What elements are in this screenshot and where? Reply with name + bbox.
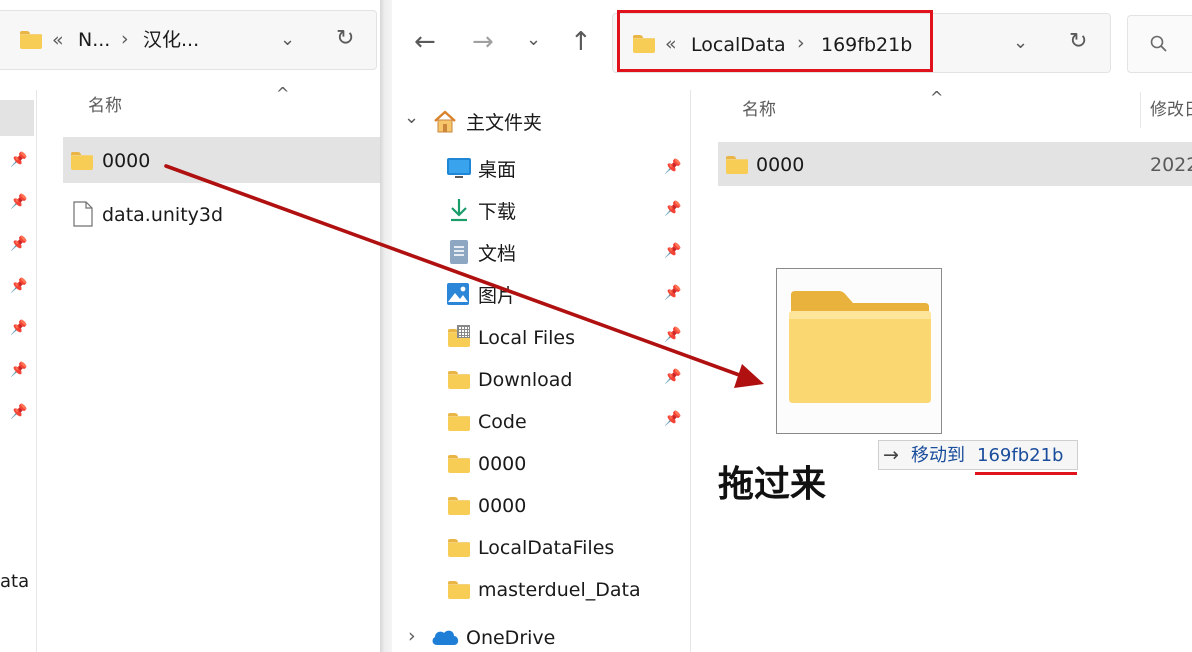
drag-arrow-annotation [164,164,764,388]
